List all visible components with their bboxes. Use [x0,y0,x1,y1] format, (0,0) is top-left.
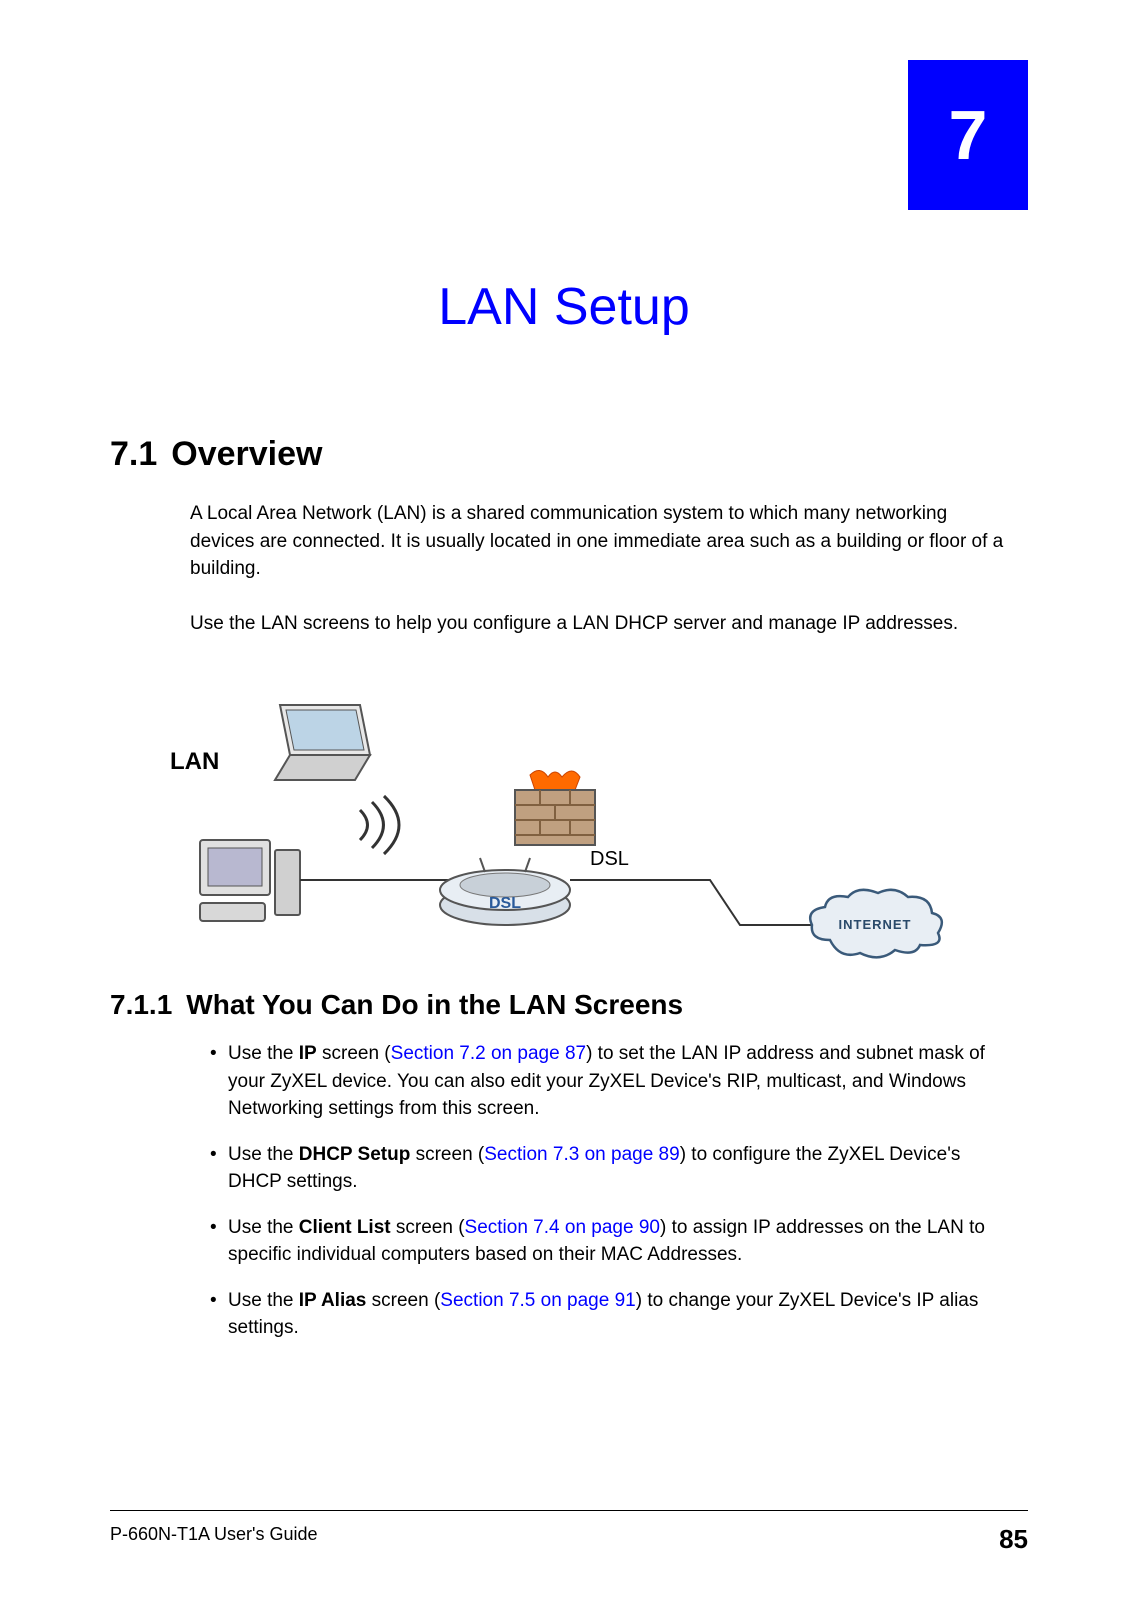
chapter-title: LAN Setup [0,270,1128,345]
overview-para-1: A Local Area Network (LAN) is a shared c… [190,500,1010,583]
firewall-icon [500,765,610,855]
xref-link[interactable]: Section 7.5 on page 91 [440,1290,635,1311]
svg-text:DSL: DSL [489,895,521,912]
bullet-item: Use the IP screen (Section 7.2 on page 8… [210,1040,1000,1123]
svg-text:INTERNET: INTERNET [839,917,912,932]
section-heading-7-1-1: 7.1.1 What You Can Do in the LAN Screens [110,985,683,1026]
dsl-line [570,870,830,940]
overview-para-2: Use the LAN screens to help you configur… [190,610,1010,638]
bullet-item: Use the IP Alias screen (Section 7.5 on … [210,1287,1000,1342]
wireless-waves-icon [340,780,420,860]
bullet-item: Use the DHCP Setup screen (Section 7.3 o… [210,1141,1000,1196]
diagram-lan-label: LAN [170,745,219,780]
chapter-number: 7 [908,60,1028,210]
lan-diagram: LAN DSL DSL [170,690,950,950]
dsl-router-icon: DSL [430,850,580,930]
xref-link[interactable]: Section 7.4 on page 90 [465,1217,660,1238]
section-heading-7-1: 7.1 Overview [110,430,322,479]
lan-cable-line [300,870,450,890]
page-footer: P-660N-T1A User's Guide 85 [110,1510,1028,1559]
bullet-list: Use the IP screen (Section 7.2 on page 8… [210,1040,1000,1360]
footer-guide-title: P-660N-T1A User's Guide [110,1521,318,1559]
xref-link[interactable]: Section 7.3 on page 89 [484,1144,679,1165]
laptop-icon [260,700,380,790]
xref-link[interactable]: Section 7.2 on page 87 [391,1043,586,1064]
subsection-number: 7.1.1 [110,989,172,1020]
desktop-pc-icon [190,830,310,940]
subsection-title: What You Can Do in the LAN Screens [186,989,683,1020]
bullet-item: Use the Client List screen (Section 7.4 … [210,1214,1000,1269]
section-number: 7.1 [110,435,157,473]
internet-cloud-icon: INTERNET [800,885,950,965]
section-title: Overview [171,435,322,473]
chapter-number-block: 7 [908,60,1028,210]
footer-page-number: 85 [999,1521,1028,1559]
